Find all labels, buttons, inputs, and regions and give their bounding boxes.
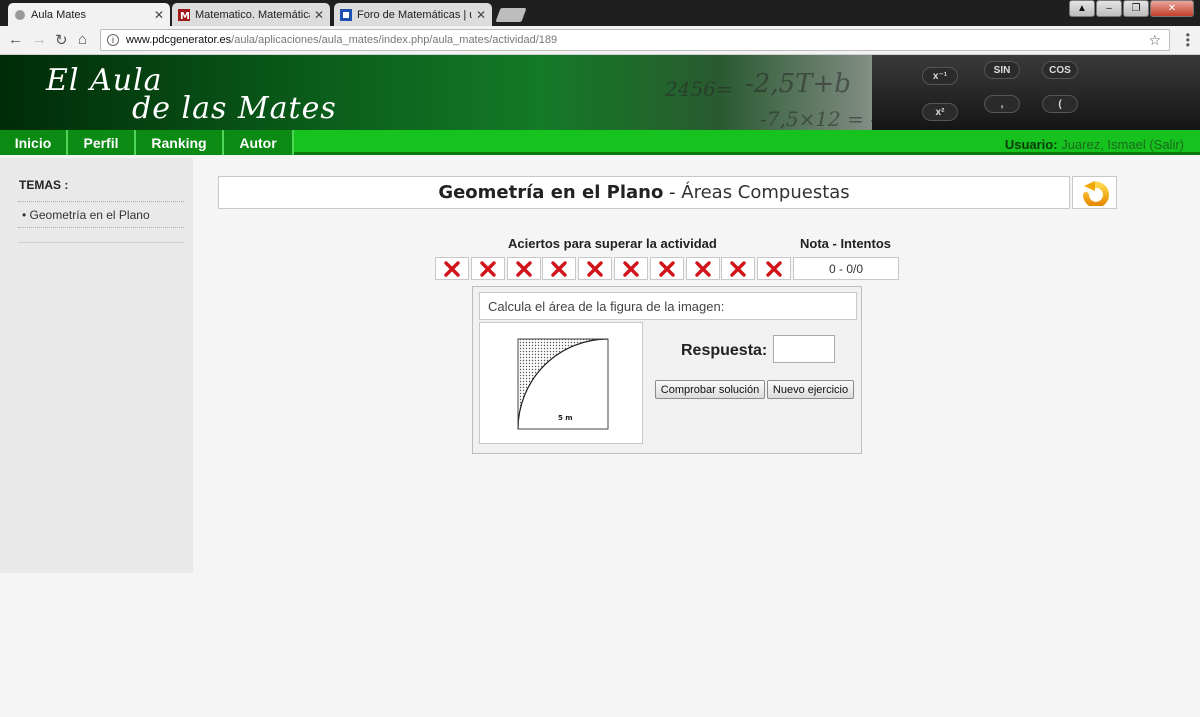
tab-matematico[interactable]: M Matematico. Matemáticas ✕ [172,3,330,26]
foro-favicon-icon [340,8,352,21]
wrong-x-icon [659,260,675,277]
divider [18,242,184,243]
wrong-x-icon [515,260,532,277]
calculator-decoration: x⁻¹ SIN COS x² , ( [872,55,1200,130]
window-controls: ▲ – ❐ ✕ [1069,0,1194,17]
tab-aula-mates[interactable]: Aula Mates ✕ [8,3,170,26]
attempt-mark [649,257,684,280]
activity-topic: Geometría en el Plano [438,182,664,203]
nav-item-autor[interactable]: Autor [224,130,294,155]
sidebar-heading: TEMAS : [19,178,69,192]
tab-foro-matematicas[interactable]: Foro de Matemáticas | un ✕ [334,3,492,26]
home-icon[interactable]: ⌂ [78,31,87,48]
user-label: Usuario: [1004,137,1058,152]
user-info: Usuario: Juarez, Ismael (Salir) [1005,137,1184,152]
matematico-favicon-icon: M [178,8,190,21]
svg-text:M: M [180,11,190,21]
sidebar-item-label: Geometría en el Plano [29,208,150,222]
browser-titlebar: Aula Mates ✕ M Matematico. Matemáticas ✕… [0,0,1200,26]
title-separator: - [663,182,682,203]
wrong-x-icon [480,260,496,277]
tab-label: Foro de Matemáticas | un [357,8,472,21]
sidebar: TEMAS : • Geometría en el Plano [0,158,193,573]
figure-dimension-label: 5 m [558,414,573,422]
wrong-x-icon [623,260,639,277]
answer-input[interactable] [773,335,835,363]
reload-icon[interactable]: ↻ [55,31,68,49]
forward-icon[interactable]: → [32,31,47,48]
nota-label: Nota - Intentos [800,236,891,251]
tab-close-icon[interactable]: ✕ [476,8,486,22]
new-exercise-button[interactable]: Nuevo ejercicio [767,380,854,399]
user-profile-icon[interactable]: ▲ [1069,0,1095,17]
site-banner: El Aula de las Mates 2456= -2,5T+b -7,5×… [0,55,1200,130]
calculator-key: COS [1042,61,1078,79]
tab-label: Matematico. Matemáticas [195,8,310,21]
chalkboard-decoration: -2,5T+b [745,69,851,99]
url-host: www.pdcgenerator.es [126,34,232,46]
reload-activity-button[interactable] [1072,176,1117,209]
tab-close-icon[interactable]: ✕ [314,8,324,22]
bookmark-star-icon[interactable]: ☆ [1148,32,1161,49]
bullet-icon: • [22,208,27,222]
calculator-key: x² [922,103,958,121]
activity-title: Geometría en el Plano - Áreas Compuestas [218,176,1070,209]
new-tab-button[interactable] [495,8,527,22]
quarter-circle-diagram: 5 m [517,338,609,430]
wrong-x-icon [587,260,603,277]
activity-subtopic: Áreas Compuestas [681,182,850,203]
chalkboard-decoration: 2456= [665,77,733,101]
attempt-mark [470,257,505,280]
exercise-figure: 5 m [479,322,643,444]
attempt-mark [721,257,756,280]
tab-close-icon[interactable]: ✕ [154,8,164,22]
calculator-key: ( [1042,95,1078,113]
attempt-mark [578,257,613,280]
question-text: Calcula el área de la figura de la image… [479,292,857,320]
main-nav: Inicio Perfil Ranking Autor Usuario: Jua… [0,130,1200,155]
respuesta-label: Respuesta: [681,342,768,359]
attempt-mark [685,257,720,280]
page-favicon-icon [15,9,25,20]
minimize-button[interactable]: – [1096,0,1122,17]
attempt-mark [506,257,541,280]
nav-item-perfil[interactable]: Perfil [68,130,136,155]
wrong-x-icon [730,260,747,277]
site-logo-line2: de las Mates [132,91,337,126]
url-field[interactable]: i www.pdcgenerator.es/aula/aplicaciones/… [100,29,1170,51]
chalkboard-decoration: -7,5×12 = -3 [760,107,890,130]
attempt-mark [435,257,469,280]
aciertos-label: Aciertos para superar la actividad [508,236,717,251]
wrong-x-icon [766,260,782,277]
exercise-panel: Calcula el área de la figura de la image… [472,286,862,454]
check-solution-button[interactable]: Comprobar solución [655,380,765,399]
attempt-mark [757,257,792,280]
wrong-x-icon [694,260,711,277]
url-path: /aula/aplicaciones/aula_mates/index.php/… [231,34,558,46]
nav-item-inicio[interactable]: Inicio [0,130,68,155]
nav-item-ranking[interactable]: Ranking [136,130,224,155]
sidebar-item-geometria[interactable]: • Geometría en el Plano [22,208,150,222]
calculator-key: , [984,95,1020,113]
user-name-link[interactable]: Juarez, Ismael (Salir) [1061,137,1184,152]
nota-value: 0 - 0/0 [793,257,899,280]
address-bar: ← → ↻ ⌂ i www.pdcgenerator.es/aula/aplic… [0,26,1200,55]
tab-label: Aula Mates [31,8,87,21]
calculator-key: SIN [984,61,1020,79]
wrong-x-icon [444,260,460,277]
back-icon[interactable]: ← [8,31,23,48]
close-window-button[interactable]: ✕ [1150,0,1194,17]
attempt-mark [542,257,577,280]
maximize-button[interactable]: ❐ [1123,0,1149,17]
browser-menu-icon[interactable]: • • • [1186,29,1190,51]
wrong-x-icon [551,260,568,277]
site-info-icon[interactable]: i [107,34,119,46]
divider [18,201,184,202]
attempt-mark [614,257,648,280]
calculator-key: x⁻¹ [922,67,958,85]
refresh-arrow-icon [1082,180,1109,206]
divider [18,227,184,228]
